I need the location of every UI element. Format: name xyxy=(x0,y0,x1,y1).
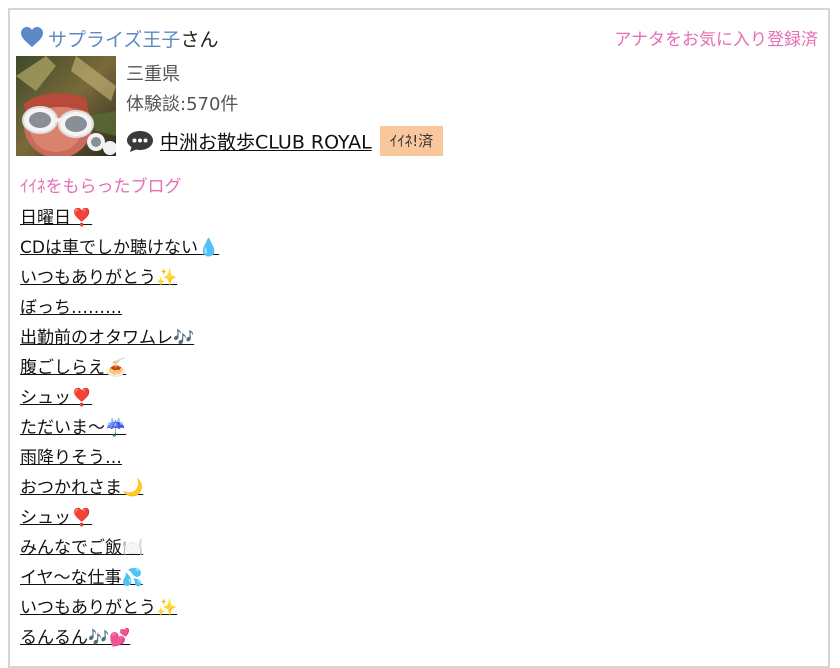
blog-item: シュッ❣️ xyxy=(20,386,219,416)
blog-link[interactable]: ぼっち……… xyxy=(20,298,122,318)
user-card: サプライズ王子さん アナタをお気に入り登録済 三重県 体験談:570件 中洲お散… xyxy=(8,8,830,668)
blog-link[interactable]: シュッ❣️ xyxy=(20,508,92,528)
blog-link[interactable]: みんなでご飯🍽️ xyxy=(20,538,143,558)
blog-item: 日曜日❣️ xyxy=(20,206,219,236)
blog-link[interactable]: おつかれさま🌙 xyxy=(20,478,143,498)
blog-item: 腹ごしらえ🍝 xyxy=(20,356,219,386)
blog-link[interactable]: イヤ〜な仕事💦 xyxy=(20,568,143,588)
blog-item: ただいま〜☔️ xyxy=(20,416,219,446)
blog-link[interactable]: 雨降りそう… xyxy=(20,448,122,468)
user-name: サプライズ王子 xyxy=(48,29,181,51)
blog-item: ぼっち……… xyxy=(20,296,219,326)
favorite-status: アナタをお気に入り登録済 xyxy=(614,30,818,50)
user-suffix: さん xyxy=(180,29,219,51)
experience-count: 体験談:570件 xyxy=(126,94,239,115)
blog-item: 雨降りそう… xyxy=(20,446,219,476)
blog-link[interactable]: 日曜日❣️ xyxy=(20,208,92,228)
like-badge: ｲｲﾈ!済 xyxy=(379,126,444,156)
user-name-link[interactable]: サプライズ王子さん xyxy=(48,25,218,52)
blog-link[interactable]: いつもありがとう✨ xyxy=(20,268,177,288)
prefecture: 三重県 xyxy=(126,64,180,85)
blog-link[interactable]: シュッ❣️ xyxy=(20,388,92,408)
avatar-image xyxy=(16,56,116,156)
blog-item: いつもありがとう✨ xyxy=(20,266,219,296)
heart-icon xyxy=(21,27,43,47)
blog-item: シュッ❣️ xyxy=(20,506,219,536)
blog-item: いつもありがとう✨ xyxy=(20,596,219,626)
blog-item: おつかれさま🌙 xyxy=(20,476,219,506)
blog-item: るんるん🎶💕 xyxy=(20,626,219,656)
blog-item: CDは車でしか聴けない💧 xyxy=(20,236,219,266)
user-header: サプライズ王子さん アナタをお気に入り登録済 xyxy=(20,22,818,52)
shop-row: 中洲お散歩CLUB ROYAL ｲｲﾈ!済 xyxy=(126,126,444,156)
blog-item: 出勤前のオタワムレ🎶 xyxy=(20,326,219,356)
blog-link[interactable]: ただいま〜☔️ xyxy=(20,418,126,438)
blog-link[interactable]: CDは車でしか聴けない💧 xyxy=(20,238,219,258)
blog-link[interactable]: 腹ごしらえ🍝 xyxy=(20,358,126,378)
blog-link[interactable]: いつもありがとう✨ xyxy=(20,598,177,618)
avatar[interactable] xyxy=(16,56,116,156)
blog-list: 日曜日❣️ CDは車でしか聴けない💧 いつもありがとう✨ ぼっち……… 出勤前の… xyxy=(20,206,219,656)
blog-item: みんなでご飯🍽️ xyxy=(20,536,219,566)
liked-blogs-title: ｲｲﾈをもらったブログ xyxy=(20,177,182,197)
blog-link[interactable]: 出勤前のオタワムレ🎶 xyxy=(20,328,194,348)
blog-item: イヤ〜な仕事💦 xyxy=(20,566,219,596)
blog-link[interactable]: るんるん🎶💕 xyxy=(20,628,130,648)
shop-link[interactable]: 中洲お散歩CLUB ROYAL xyxy=(160,132,372,154)
profile-section: 三重県 体験談:570件 中洲お散歩CLUB ROYAL ｲｲﾈ!済 xyxy=(16,56,806,158)
speech-bubble-icon xyxy=(127,131,153,152)
